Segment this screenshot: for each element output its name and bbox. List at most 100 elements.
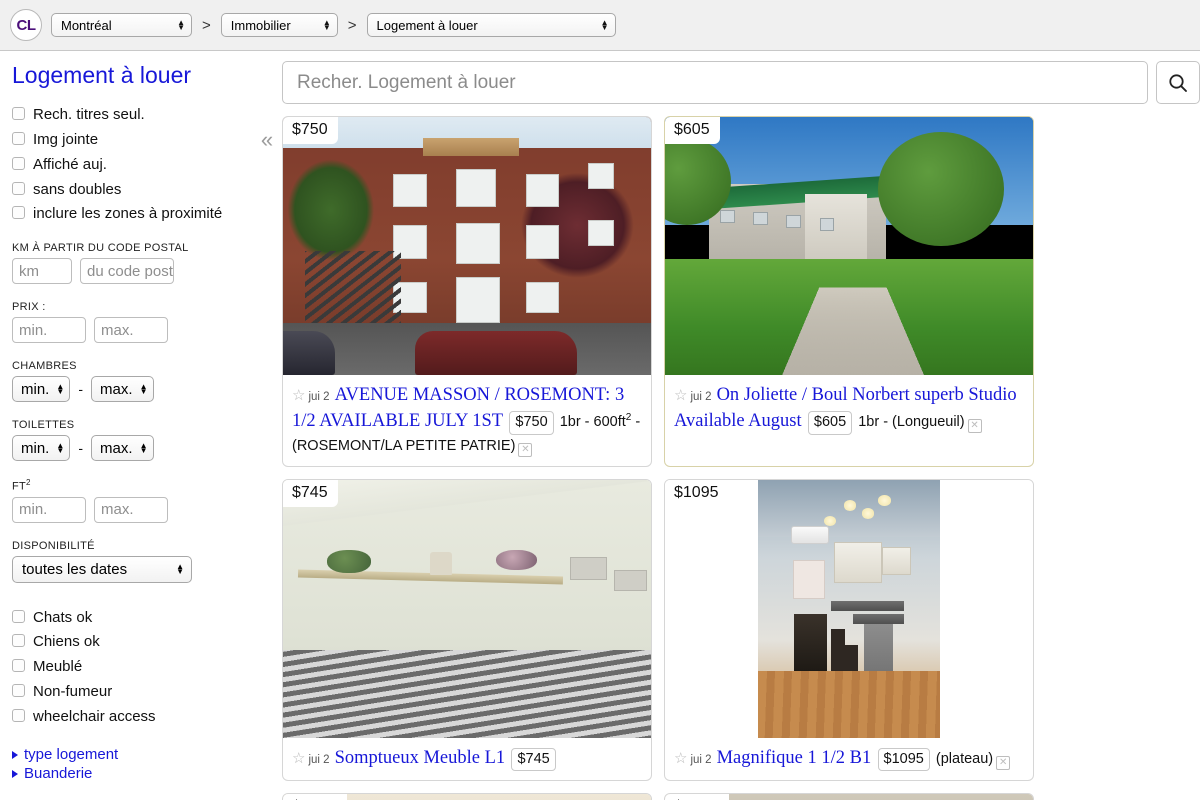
- search-icon: [1169, 73, 1187, 92]
- search-input[interactable]: Recher. Logement à louer: [282, 61, 1148, 104]
- sqft-max-input[interactable]: max.: [94, 496, 168, 523]
- amenity-checkbox-0[interactable]: Chats ok: [12, 607, 242, 629]
- listing-card[interactable]: $745 ☆ jui 2 Somptueux Meuble L1 $745: [282, 478, 652, 782]
- price-min-input[interactable]: min.: [12, 317, 86, 344]
- listing-price-tag: $1095: [877, 747, 930, 772]
- listing-date: jui 2: [690, 753, 712, 766]
- listing-price-badge: $745: [283, 479, 338, 507]
- amenity-checkbox-3[interactable]: Non-fumeur: [12, 681, 242, 703]
- availability-filter-group: DISPONIBILITÉ toutes les dates ▲ ▼: [12, 540, 242, 583]
- bedrooms-max-select[interactable]: max. ▲ ▼: [91, 376, 154, 403]
- checkbox-icon[interactable]: [12, 609, 25, 623]
- filter-checkbox-4[interactable]: inclure les zones à proximité: [12, 203, 242, 225]
- collapse-sidebar-button[interactable]: «: [252, 51, 282, 800]
- checkbox-icon[interactable]: [12, 683, 25, 697]
- bathrooms-max-select[interactable]: max. ▲ ▼: [91, 435, 154, 462]
- hide-listing-icon[interactable]: ✕: [996, 755, 1011, 770]
- listing-thumbnail[interactable]: $1095: [665, 479, 1033, 738]
- city-select[interactable]: Montréal ▲ ▼: [51, 13, 192, 37]
- filter-checkbox-label: Img jointe: [33, 131, 99, 149]
- distance-km-input[interactable]: km: [12, 258, 72, 285]
- bathrooms-max-value: max.: [100, 439, 133, 457]
- listing-card[interactable]: $605 ☆ jui 2 On Joliette / Boul Norbert sup…: [664, 116, 1034, 467]
- hide-listing-icon[interactable]: ✕: [518, 442, 533, 457]
- filter-checkbox-label: inclure les zones à proximité: [33, 205, 223, 223]
- listing-price-badge: $1395: [283, 794, 347, 800]
- favorite-star-icon[interactable]: ☆: [292, 387, 305, 404]
- bedrooms-min-select[interactable]: min. ▲ ▼: [12, 376, 71, 403]
- craigslist-logo[interactable]: CL: [10, 9, 42, 41]
- subcategory-select-value: Logement à louer: [376, 17, 478, 33]
- listing-title-link[interactable]: Somptueux Meuble L1: [335, 748, 506, 768]
- amenity-checkbox-2[interactable]: Meublé: [12, 656, 242, 678]
- checkbox-icon[interactable]: [12, 132, 25, 146]
- listing-card[interactable]: $2240☆jui 24 1/2 downtown: [664, 793, 1034, 800]
- listing-thumbnail[interactable]: $1395: [283, 794, 651, 800]
- listing-thumbnail[interactable]: $745: [283, 479, 651, 738]
- chevron-updown-icon: ▲ ▼: [56, 382, 65, 397]
- amenity-checkbox-label: wheelchair access: [33, 707, 156, 725]
- bedrooms-filter-group: CHAMBRES min. ▲ ▼ - max. ▲ ▼: [12, 360, 242, 403]
- distance-filter-label: KM À PARTIR DU CODE POSTAL: [12, 242, 189, 255]
- chevron-updown-icon: ▲ ▼: [177, 18, 185, 32]
- favorite-star-icon[interactable]: ☆: [674, 387, 687, 404]
- amenity-checkbox-4[interactable]: wheelchair access: [12, 706, 242, 728]
- favorite-star-icon[interactable]: ☆: [292, 750, 305, 767]
- listing-title-link[interactable]: Magnifique 1 1/2 B1: [717, 748, 872, 768]
- availability-select[interactable]: toutes les dates ▲ ▼: [12, 555, 192, 583]
- bedrooms-range-dash: -: [78, 381, 84, 398]
- filter-checkbox-3[interactable]: sans doubles: [12, 179, 242, 201]
- checkbox-icon[interactable]: [12, 708, 25, 722]
- chevron-updown-icon: ▲ ▼: [322, 18, 331, 32]
- breadcrumb-separator-1: >: [202, 16, 211, 34]
- amenity-checkbox-1[interactable]: Chiens ok: [12, 631, 242, 653]
- filter-checkbox-1[interactable]: Img jointe: [12, 129, 242, 151]
- chevron-updown-icon: ▲ ▼: [139, 441, 148, 456]
- expandable-link-1[interactable]: Buanderie: [12, 765, 242, 782]
- listing-thumbnail[interactable]: $605: [665, 117, 1033, 375]
- listing-attributes: 1br - 600ft: [555, 414, 626, 431]
- price-filter-group: PRIX : min. max.: [12, 301, 242, 344]
- checkbox-icon[interactable]: [12, 156, 25, 170]
- expandable-filter-links: type logement Buanderie: [12, 746, 242, 782]
- listing-date: jui 2: [690, 391, 712, 403]
- bathrooms-min-value: min.: [21, 439, 50, 457]
- hide-listing-icon[interactable]: ✕: [967, 419, 982, 434]
- sqft-label-superscript: 2: [26, 478, 31, 488]
- favorite-star-icon[interactable]: ☆: [674, 750, 687, 767]
- expandable-link-label: Buanderie: [24, 765, 93, 783]
- price-max-input[interactable]: max.: [94, 317, 168, 344]
- expandable-link-0[interactable]: type logement: [12, 746, 242, 763]
- category-select[interactable]: Immobilier ▲ ▼: [220, 13, 338, 37]
- listing-price-badge: $750: [283, 117, 338, 144]
- listing-thumbnail[interactable]: $750: [283, 117, 651, 375]
- filter-checkbox-0[interactable]: Rech. titres seul.: [12, 104, 242, 126]
- distance-filter-group: KM À PARTIR DU CODE POSTAL km du code po…: [12, 242, 242, 285]
- bedrooms-max-value: max.: [100, 380, 133, 398]
- listing-card[interactable]: $1095 ☆ jui 2 Magnifique 1 1/2 B1 $1095 (pl…: [664, 478, 1034, 782]
- amenity-checkbox-label: Meublé: [33, 658, 83, 676]
- listing-card[interactable]: $1395☆jui 2Prestigieux 3 1/2 Plateau Mon…: [282, 793, 652, 800]
- filter-checkbox-label: sans doubles: [33, 180, 122, 198]
- main-content: « Recher. Logement à louer $750 ☆ jui 2 AVE…: [252, 51, 1200, 800]
- sqft-filter-group: FT2 min. max.: [12, 478, 242, 523]
- checkbox-icon[interactable]: [12, 107, 25, 121]
- sqft-min-input[interactable]: min.: [12, 496, 86, 523]
- postal-code-input[interactable]: du code postal: [80, 258, 174, 285]
- category-select-value: Immobilier: [230, 17, 291, 33]
- filter-checkbox-label: Affiché auj.: [33, 155, 107, 173]
- listing-date: jui 2: [308, 391, 330, 403]
- filter-checkbox-2[interactable]: Affiché auj.: [12, 154, 242, 176]
- checkbox-icon[interactable]: [12, 659, 25, 673]
- bathrooms-min-select[interactable]: min. ▲ ▼: [12, 435, 71, 462]
- checkbox-icon[interactable]: [12, 634, 25, 648]
- listing-neighborhood: (ROSEMONT/LA PETITE PATRIE): [292, 437, 516, 454]
- subcategory-select[interactable]: Logement à louer ▲ ▼: [366, 13, 616, 37]
- checkbox-icon[interactable]: [12, 206, 25, 220]
- listing-thumbnail[interactable]: $2240: [665, 794, 1033, 800]
- search-row: Recher. Logement à louer: [282, 51, 1200, 104]
- checkbox-icon[interactable]: [12, 181, 25, 195]
- listing-card[interactable]: $750 ☆ jui 2 AVENUE MASSON / ROSEMONT: 3 1/…: [282, 116, 652, 467]
- city-select-value: Montréal: [61, 17, 112, 33]
- search-button[interactable]: [1156, 61, 1200, 104]
